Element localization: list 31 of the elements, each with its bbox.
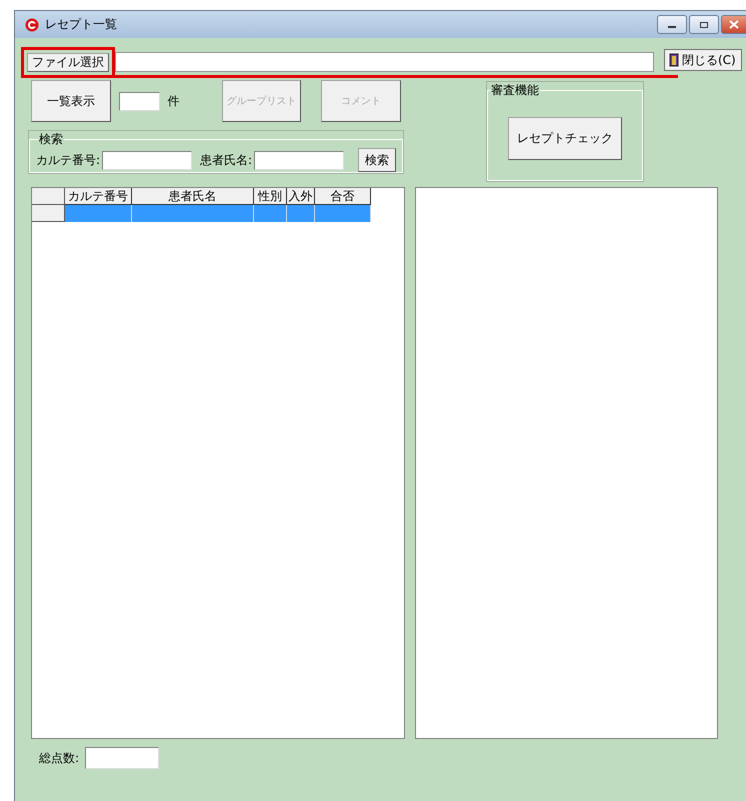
window-title: レセプト一覧	[45, 16, 117, 33]
total-points-label: 総点数:	[39, 750, 80, 766]
column-header[interactable]: 性別	[254, 188, 287, 205]
column-header[interactable]: 患者氏名	[132, 188, 254, 205]
field-label: 患者氏名:	[200, 152, 252, 168]
maximize-button[interactable]	[689, 15, 719, 34]
app-logo-icon	[25, 18, 39, 32]
search-field[interactable]	[102, 150, 192, 170]
file-select-button[interactable]: ファイル選択	[27, 52, 109, 72]
corner-header	[32, 188, 65, 205]
door-icon	[669, 53, 679, 67]
count-unit: 件	[168, 92, 180, 110]
maximize-icon	[699, 20, 709, 28]
list-display-button[interactable]: 一覧表示	[31, 80, 111, 122]
column-header[interactable]: 入外	[287, 188, 315, 205]
total-points-field[interactable]	[85, 747, 160, 769]
row-header[interactable]	[32, 205, 65, 222]
close-window-button[interactable]	[721, 15, 746, 34]
column-header[interactable]: カルテ番号	[65, 188, 132, 205]
review-group-title: 審査機能	[490, 82, 540, 99]
close-icon	[729, 20, 739, 29]
search-group-title: 検索	[38, 131, 64, 148]
count-field[interactable]	[118, 92, 160, 110]
search-button[interactable]: 検索	[358, 148, 396, 172]
file-path-field[interactable]	[115, 52, 654, 72]
close-button[interactable]: 閉じる(C)	[664, 49, 742, 71]
field-label: カルテ番号:	[36, 152, 100, 168]
receipt-check-button[interactable]: レセプトチェック	[508, 117, 622, 160]
column-header[interactable]: 合否	[315, 188, 371, 205]
search-field[interactable]	[254, 150, 344, 170]
minimize-button[interactable]	[657, 15, 687, 34]
